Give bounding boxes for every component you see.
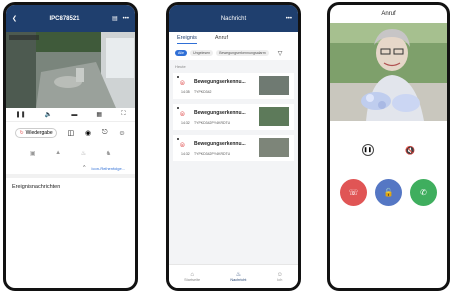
- motion-icon: ⦾: [180, 81, 185, 87]
- playback-controls: ❚❚ 🔈 ▬ ▦ ⛶: [6, 108, 135, 122]
- record-icon[interactable]: ◉: [85, 129, 91, 137]
- motion-icon: ⦾: [180, 143, 185, 149]
- unread-dot: [177, 107, 179, 109]
- message-item[interactable]: ⦾ Bewegungserkennu... 14:32 TYPKD342PY4K…: [173, 135, 294, 161]
- light-icon[interactable]: ▲: [55, 150, 61, 156]
- chip-alle[interactable]: Alle: [175, 50, 187, 56]
- back-icon[interactable]: ❮: [12, 15, 17, 22]
- nav-nachricht[interactable]: ♨ Nachricht: [230, 271, 246, 282]
- headset-icon[interactable]: ♞: [106, 150, 111, 157]
- pause-call-icon[interactable]: ❚❚: [361, 144, 374, 156]
- answer-button[interactable]: ✆: [410, 179, 437, 206]
- nav-label: Startseite: [184, 277, 201, 282]
- chip-ungelesen[interactable]: Ungelesen: [190, 50, 214, 56]
- speaker-icon[interactable]: 🔈: [45, 111, 52, 118]
- message-sub: TYPKD342: [194, 90, 212, 94]
- caller-video: [330, 23, 447, 121]
- more-icon[interactable]: •••: [123, 16, 129, 22]
- split-icon[interactable]: ▦: [96, 111, 102, 118]
- mute-icon[interactable]: 🔇: [405, 146, 415, 155]
- message-thumbnail: [259, 76, 289, 95]
- message-title: Bewegungserkennu...: [194, 110, 246, 116]
- sort-row[interactable]: ^ Icon-Reihenfolge...: [6, 162, 135, 174]
- screen-icon[interactable]: ▤: [112, 15, 118, 22]
- bottom-nav: ⌂ Startseite ♨ Nachricht ☺ Ich: [169, 264, 298, 288]
- messages-header: Nachricht •••: [169, 5, 298, 32]
- quality-icon[interactable]: ▬: [71, 112, 77, 118]
- phone-messages: Nachricht ••• Ereignis Anruf Alle Ungele…: [166, 2, 301, 291]
- message-title: Bewegungserkennu...: [194, 79, 246, 85]
- events-heading: Ereignisnachrichten: [12, 184, 61, 190]
- live-header: ❮ IPC878521 ▤ •••: [6, 5, 135, 32]
- more-icon[interactable]: •••: [286, 16, 292, 22]
- filter-chips: Alle Ungelesen Bewegungserkennungsalarm …: [169, 46, 298, 60]
- pause-icon[interactable]: ❚❚: [16, 111, 26, 118]
- bell-icon[interactable]: ♨: [81, 150, 86, 157]
- message-time: 14:32: [181, 152, 190, 156]
- unread-dot: [177, 76, 179, 78]
- hangup-button[interactable]: ☏: [340, 179, 367, 206]
- message-sub: TYPKD342PY4KRDTU: [194, 121, 231, 125]
- unread-dot: [177, 138, 179, 140]
- filter-icon[interactable]: ▽: [278, 50, 283, 57]
- call-action-buttons: ☏ 🔓 ✆: [330, 179, 447, 206]
- playback-button[interactable]: ↻ Wiedergabe: [15, 128, 57, 138]
- message-thumbnail: [259, 107, 289, 126]
- message-sub: TYPKD342PY4KRDTU: [194, 152, 231, 156]
- phone-live-view: ❮ IPC878521 ▤ ••• ❚❚ 🔈 ▬ ▦ ⛶ ↻ Wiedergab…: [3, 2, 138, 291]
- playback-label: Wiedergabe: [25, 130, 53, 136]
- message-thumbnail: [259, 138, 289, 157]
- action-bar: ↻ Wiedergabe ◫ ◉ ⎋ ☺: [6, 122, 135, 144]
- messages-title: Nachricht: [220, 15, 247, 22]
- date-label: Heute: [175, 64, 186, 69]
- message-item[interactable]: ⦾ Bewegungserkennu... 14:35 TYPKD342: [173, 73, 294, 99]
- unlock-button[interactable]: 🔓: [375, 179, 402, 206]
- replay-icon: ↻: [19, 130, 24, 136]
- camera-feed[interactable]: [6, 32, 135, 108]
- bell-icon: ♨: [235, 272, 242, 278]
- tab-bar: Ereignis Anruf: [169, 32, 298, 46]
- sort-label: Icon-Reihenfolge...: [91, 165, 125, 171]
- alarm-icon[interactable]: ▣: [30, 150, 36, 157]
- call-title: Anruf: [381, 11, 396, 17]
- phone-call: Anruf ❚❚ 🔇 ☏ 🔓 ✆: [327, 2, 450, 291]
- person-icon[interactable]: ☺: [118, 130, 125, 137]
- tab-ereignis[interactable]: Ereignis: [177, 35, 197, 44]
- chip-motion[interactable]: Bewegungserkennungsalarm: [216, 50, 269, 56]
- device-title: IPC878521: [49, 15, 80, 22]
- message-item[interactable]: ⦾ Bewegungserkennu... 14:32 TYPKD342PY4K…: [173, 104, 294, 130]
- tab-anruf[interactable]: Anruf: [215, 35, 228, 43]
- nav-ich[interactable]: ☺ Ich: [277, 272, 283, 282]
- call-controls: ❚❚ 🔇: [330, 121, 447, 179]
- message-time: 14:32: [181, 121, 190, 125]
- chevron-up-icon: ^: [83, 165, 86, 171]
- message-time: 14:35: [181, 90, 190, 94]
- message-list: ⦾ Bewegungserkennu... 14:35 TYPKD342 ⦾ B…: [169, 73, 298, 161]
- message-title: Bewegungserkennu...: [194, 141, 246, 147]
- camera-icon[interactable]: ◫: [67, 129, 74, 137]
- motion-icon: ⦾: [180, 112, 185, 118]
- nav-label: Ich: [277, 277, 283, 282]
- fullscreen-icon[interactable]: ⛶: [121, 111, 125, 118]
- nav-startseite[interactable]: ⌂ Startseite: [184, 272, 200, 282]
- feature-icons: ▣ ▲ ♨ ♞: [6, 144, 135, 162]
- mic-icon[interactable]: ⎋: [102, 129, 108, 137]
- nav-label: Nachricht: [230, 278, 247, 282]
